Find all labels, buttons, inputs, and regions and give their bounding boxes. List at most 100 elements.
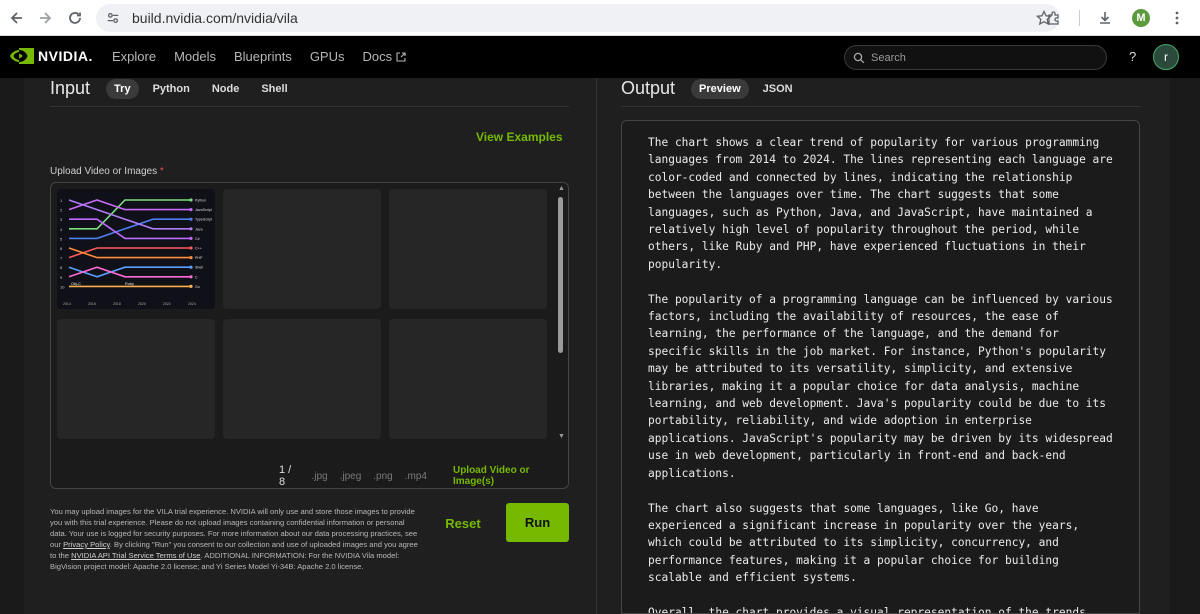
main-nav: Explore Models Blueprints GPUs Docs xyxy=(112,49,406,64)
thumbnail-year-label: 2022 xyxy=(163,302,171,306)
thumbnail-series-label: TypeScript xyxy=(195,218,212,222)
input-title: Input xyxy=(50,78,91,98)
output-paragraph: Overall, the chart provides a visual rep… xyxy=(648,605,1086,614)
thumbnail-rank-label: 2 xyxy=(60,208,63,213)
thumbnail-series-line xyxy=(68,199,191,230)
reset-button[interactable]: Reset xyxy=(437,507,489,539)
ext-jpeg: .jpeg xyxy=(339,470,362,482)
page-count: 1 / 8 xyxy=(279,464,292,488)
nav-models[interactable]: Models xyxy=(174,49,216,64)
thumbnail-rank-label: 4 xyxy=(60,227,63,232)
thumbnail-series-label: JavaScript xyxy=(195,208,212,212)
forward-icon[interactable] xyxy=(30,3,60,33)
image-thumbnail[interactable]: 1 2 3 4 5 6 7 8 9 10 Python JavaScript TypeScript Jav… xyxy=(57,189,215,309)
thumbnail-series-point xyxy=(189,236,193,240)
main-content: Input Try Python Node Shell View Example… xyxy=(0,78,1200,614)
input-panel-header: Input Try Python Node Shell xyxy=(50,78,302,99)
scrollbar-thumb[interactable] xyxy=(558,197,563,353)
tab-try[interactable]: Try xyxy=(106,78,139,99)
back-icon[interactable] xyxy=(2,3,32,33)
upload-dropzone[interactable]: 1 2 3 4 5 6 7 8 9 10 Python JavaScript TypeScript Jav… xyxy=(50,182,569,489)
thumbnail-series-point xyxy=(189,198,193,202)
search-box[interactable] xyxy=(844,45,1107,70)
scroll-down-arrow[interactable]: ▼ xyxy=(558,433,565,440)
thumbnail-series-label: Go xyxy=(195,285,200,289)
thumbnail-series-point xyxy=(189,284,193,288)
site-header: NVIDIA. Explore Models Blueprints GPUs D… xyxy=(0,36,1200,78)
profile-avatar[interactable]: M xyxy=(1130,7,1152,29)
thumbnail-series-point xyxy=(189,275,193,279)
thumbnail-year-label: 2014 xyxy=(63,302,71,306)
thumbnail-series-point xyxy=(189,217,193,221)
empty-slot[interactable] xyxy=(389,319,547,439)
tab-json[interactable]: JSON xyxy=(755,79,801,99)
thumbnail-series-point xyxy=(189,208,193,212)
empty-slot[interactable] xyxy=(223,189,381,309)
thumbnail-series-line xyxy=(68,199,191,211)
empty-slot[interactable] xyxy=(389,189,547,309)
view-examples-link[interactable]: View Examples xyxy=(476,130,563,144)
output-paragraph: The popularity of a programming language… xyxy=(648,292,1113,480)
nav-docs-label: Docs xyxy=(362,49,393,64)
thumbnail-series-label: C# xyxy=(195,237,200,241)
address-bar[interactable]: build.nvidia.com/nvidia/vila xyxy=(96,4,1060,32)
thumbnail-inline-label: Ruby xyxy=(125,282,134,286)
thumbnail-series-label: PHP xyxy=(195,256,203,260)
thumbnail-inline-label: Obj-C xyxy=(71,282,81,286)
input-divider xyxy=(50,106,569,107)
scroll-up-arrow[interactable]: ▲ xyxy=(558,185,565,192)
nvidia-logo-text: NVIDIA. xyxy=(38,48,93,64)
thumbnail-series-label: Python xyxy=(195,199,206,203)
thumbnail-series-label: Java xyxy=(195,227,203,231)
ext-mp4: .mp4 xyxy=(404,470,427,482)
tab-python[interactable]: Python xyxy=(145,79,198,99)
thumbnail-series-label: C++ xyxy=(195,247,202,251)
nav-gpus[interactable]: GPUs xyxy=(310,49,345,64)
browser-toolbar: build.nvidia.com/nvidia/vila M xyxy=(0,0,1200,36)
thumbnail-series-line xyxy=(68,266,191,278)
privacy-policy-link[interactable]: Privacy Policy xyxy=(63,540,110,549)
thumbnail-series-line xyxy=(68,266,191,278)
thumbnail-rank-label: 5 xyxy=(60,236,63,241)
download-icon[interactable] xyxy=(1094,7,1116,29)
nav-blueprints[interactable]: Blueprints xyxy=(234,49,292,64)
ext-png: .png xyxy=(373,470,393,482)
empty-slot[interactable] xyxy=(223,319,381,439)
thumbnail-rank-label: 3 xyxy=(60,217,63,222)
search-icon xyxy=(853,52,865,63)
empty-slot[interactable] xyxy=(57,319,215,439)
thumbnail-rank-label: 8 xyxy=(60,265,63,270)
thumbnail-year-label: 2016 xyxy=(88,302,96,306)
output-paragraph: The chart also suggests that some langua… xyxy=(648,501,1080,585)
thumbnail-rank-label: 6 xyxy=(60,246,63,251)
tab-shell[interactable]: Shell xyxy=(253,79,295,99)
nav-docs[interactable]: Docs xyxy=(362,49,406,64)
run-button[interactable]: Run xyxy=(506,503,569,542)
tab-preview[interactable]: Preview xyxy=(691,78,749,99)
menu-kebab-icon[interactable] xyxy=(1166,7,1188,29)
user-avatar[interactable]: r xyxy=(1153,44,1179,70)
search-input[interactable] xyxy=(871,51,1091,64)
thumbnail-year-label: 2018 xyxy=(113,302,121,306)
tab-node[interactable]: Node xyxy=(204,79,248,99)
profile-initial: M xyxy=(1132,9,1150,27)
nav-explore[interactable]: Explore xyxy=(112,49,156,64)
thumbnail-rank-label: 1 xyxy=(60,198,63,203)
thumbnail-series-line xyxy=(68,247,191,259)
url-text[interactable]: build.nvidia.com/nvidia/vila xyxy=(132,10,298,26)
reload-icon[interactable] xyxy=(60,3,90,33)
nvidia-logo[interactable]: NVIDIA. xyxy=(10,48,93,64)
thumbnail-year-label: 2020 xyxy=(138,302,146,306)
output-preview[interactable]: The chart shows a clear trend of popular… xyxy=(621,120,1140,614)
site-settings-icon[interactable] xyxy=(106,10,122,26)
disclaimer-text: You may upload images for the VILA trial… xyxy=(50,506,420,572)
help-button[interactable]: ? xyxy=(1129,49,1136,64)
upload-files-link[interactable]: Upload Video or Image(s) xyxy=(453,465,568,487)
panel-separator xyxy=(596,78,597,614)
thumbnail-series-point xyxy=(189,265,193,269)
upload-label: Upload Video or Images * xyxy=(50,166,164,177)
terms-of-use-link[interactable]: NVIDIA API Trial Service Terms of Use xyxy=(71,551,200,560)
extensions-icon[interactable] xyxy=(1043,7,1065,29)
thumbnail-series-label: Shell xyxy=(195,266,203,270)
thumbnail-series-point xyxy=(189,256,193,260)
